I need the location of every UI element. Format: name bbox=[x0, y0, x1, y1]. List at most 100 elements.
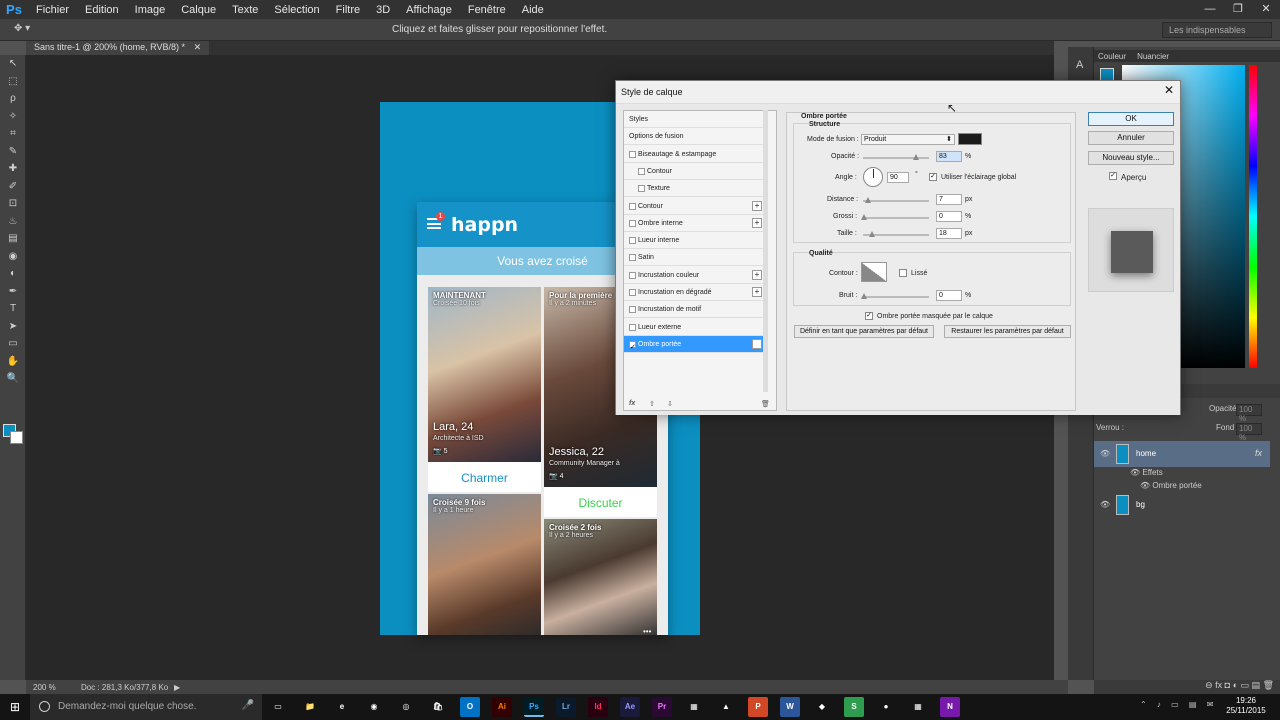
taskbar-app-icon[interactable]: ◉ bbox=[364, 697, 384, 717]
style-checkbox[interactable]: ✓ bbox=[629, 340, 636, 351]
minimize-icon[interactable]: — bbox=[1196, 0, 1224, 19]
knockout-checkbox[interactable]: ✓ bbox=[865, 312, 873, 320]
background-color-swatch[interactable] bbox=[10, 431, 23, 444]
visibility-eye-icon[interactable]: 👁 bbox=[1100, 449, 1110, 458]
style-checkbox[interactable] bbox=[629, 323, 636, 331]
cancel-button[interactable]: Annuler bbox=[1088, 131, 1174, 145]
tab-nuancier[interactable]: Nuancier bbox=[1133, 51, 1173, 63]
document-tab[interactable]: Sans titre-1 @ 200% (home, RVB/8) * ✕ bbox=[26, 41, 210, 55]
angle-dial[interactable] bbox=[863, 167, 883, 187]
hue-slider[interactable] bbox=[1249, 65, 1257, 368]
menu-item-9[interactable]: Fenêtre bbox=[460, 4, 514, 16]
taskbar-app-icon[interactable]: ▦ bbox=[908, 697, 928, 717]
profile-card[interactable]: Croisée 2 fois Il y a 2 heures bbox=[544, 519, 657, 635]
layer-fx-icon[interactable]: fx bbox=[1255, 448, 1262, 458]
distance-slider[interactable] bbox=[863, 200, 929, 202]
style-checkbox[interactable] bbox=[638, 167, 645, 175]
taskbar-app-icon[interactable]: Ps bbox=[524, 697, 544, 717]
delete-icon[interactable]: 🗑 bbox=[761, 400, 770, 408]
style-item[interactable]: Incrustation de motif bbox=[624, 301, 765, 319]
opacity-input[interactable]: 83 bbox=[936, 151, 962, 162]
menu-item-3[interactable]: Calque bbox=[173, 4, 224, 16]
taskbar-app-icon[interactable]: 📁 bbox=[300, 697, 320, 717]
menu-item-5[interactable]: Sélection bbox=[266, 4, 327, 16]
style-item[interactable]: Texture bbox=[624, 180, 765, 198]
preview-checkbox[interactable]: ✓ bbox=[1109, 172, 1117, 180]
tool-icon-15[interactable]: ➤ bbox=[0, 318, 26, 336]
menu-item-4[interactable]: Texte bbox=[224, 4, 266, 16]
menu-item-10[interactable]: Aide bbox=[514, 4, 552, 16]
layer-row-bg[interactable]: 👁 bg bbox=[1094, 492, 1270, 518]
effects-eye-icon[interactable]: 👁 bbox=[1130, 468, 1142, 477]
windows-start-icon[interactable]: ⊞ bbox=[0, 694, 30, 720]
reset-default-button[interactable]: Restaurer les paramètres par défaut bbox=[944, 325, 1071, 338]
distance-input[interactable]: 7 bbox=[936, 194, 962, 205]
style-item[interactable]: Biseautage & estampage bbox=[624, 146, 765, 163]
document-tab-close-icon[interactable]: ✕ bbox=[194, 42, 202, 52]
tool-icon-2[interactable]: ρ bbox=[0, 90, 26, 108]
size-slider-knob[interactable] bbox=[869, 231, 875, 237]
taskbar-app-icon[interactable]: 🛍 bbox=[428, 697, 448, 717]
move-down-icon[interactable]: ⇩ bbox=[667, 400, 673, 408]
tool-icon-11[interactable]: ◉ bbox=[0, 248, 26, 266]
layer-row-home[interactable]: 👁 home fx bbox=[1094, 441, 1270, 467]
tool-icon-10[interactable]: ▤ bbox=[0, 230, 26, 248]
fx-icon[interactable]: fx bbox=[629, 400, 635, 407]
spread-input[interactable]: 0 bbox=[936, 211, 962, 222]
taskbar-search[interactable]: Demandez-moi quelque chose. 🎤 bbox=[30, 694, 262, 720]
tab-couleur[interactable]: Couleur bbox=[1094, 51, 1130, 63]
add-style-icon[interactable]: + bbox=[752, 338, 762, 349]
tool-icon-4[interactable]: ⌗ bbox=[0, 125, 26, 143]
tool-icon-7[interactable]: ✐ bbox=[0, 178, 26, 196]
profile-card[interactable]: MAINTENANT Croisée 10 fois Lara, 24 Archite… bbox=[428, 287, 541, 492]
character-panel-icon[interactable]: A bbox=[1076, 59, 1083, 71]
add-style-icon[interactable]: + bbox=[752, 217, 762, 228]
blend-mode-select[interactable]: Produit ⬍ bbox=[861, 134, 955, 145]
style-checkbox[interactable] bbox=[629, 237, 636, 245]
style-item[interactable]: Options de fusion bbox=[624, 128, 765, 146]
style-item[interactable]: Styles bbox=[624, 111, 765, 128]
tool-icon-12[interactable]: ◐ bbox=[0, 265, 26, 283]
style-checkbox[interactable] bbox=[629, 289, 636, 296]
tool-icon-16[interactable]: ▭ bbox=[0, 335, 26, 353]
maximize-icon[interactable]: ❐ bbox=[1224, 0, 1252, 19]
taskbar-app-icon[interactable]: W bbox=[780, 697, 800, 717]
tool-icon-13[interactable]: ✒ bbox=[0, 283, 26, 301]
microphone-icon[interactable]: 🎤 bbox=[242, 700, 254, 711]
taskbar-app-icon[interactable]: ▭ bbox=[268, 697, 288, 717]
new-style-button[interactable]: Nouveau style... bbox=[1088, 151, 1174, 165]
taskbar-app-icon[interactable]: Id bbox=[588, 697, 608, 717]
menu-item-0[interactable]: Fichier bbox=[28, 4, 77, 16]
menu-item-1[interactable]: Edition bbox=[77, 4, 127, 16]
add-style-icon[interactable]: + bbox=[752, 287, 762, 297]
tool-icon-17[interactable]: ✋ bbox=[0, 353, 26, 371]
style-item[interactable]: Lueur interne bbox=[624, 232, 765, 250]
status-arrow-icon[interactable]: ▶ bbox=[174, 683, 180, 692]
contour-picker[interactable] bbox=[861, 262, 887, 282]
move-tool-icon[interactable]: ✥ ▾ bbox=[14, 23, 30, 34]
opacity-slider-knob[interactable] bbox=[913, 154, 919, 160]
zoom-level[interactable]: 200 % bbox=[33, 683, 56, 692]
menu-item-6[interactable]: Filtre bbox=[328, 4, 368, 16]
layer-effect-drop-shadow[interactable]: 👁 Ombre portée bbox=[1140, 481, 1202, 490]
style-checkbox[interactable] bbox=[629, 271, 636, 279]
distance-slider-knob[interactable] bbox=[865, 197, 871, 203]
taskbar-app-icon[interactable]: e bbox=[332, 697, 352, 717]
style-checkbox[interactable] bbox=[629, 150, 636, 158]
style-item[interactable]: Contour + bbox=[624, 198, 765, 215]
taskbar-app-icon[interactable]: O bbox=[460, 697, 480, 717]
tool-icon-6[interactable]: ✚ bbox=[0, 160, 26, 178]
style-item[interactable]: Satin bbox=[624, 249, 765, 267]
ok-button[interactable]: OK bbox=[1088, 112, 1174, 126]
size-input[interactable]: 18 bbox=[936, 228, 962, 239]
tool-icon-8[interactable]: ⊡ bbox=[0, 195, 26, 213]
tool-icon-0[interactable]: ↖ bbox=[0, 55, 26, 73]
taskbar-clock[interactable]: 19:26 25/11/2015 bbox=[1218, 696, 1274, 716]
smooth-checkbox[interactable] bbox=[899, 269, 907, 277]
workspace-select[interactable]: Les indispensables bbox=[1162, 22, 1272, 38]
style-checkbox[interactable] bbox=[629, 219, 636, 227]
style-checkbox[interactable] bbox=[629, 202, 636, 210]
system-tray[interactable]: ⌃ ♪ ▭ ▤ ✉ bbox=[1140, 700, 1217, 709]
taskbar-app-icon[interactable]: ▦ bbox=[684, 697, 704, 717]
taskbar-app-icon[interactable]: N bbox=[940, 697, 960, 717]
